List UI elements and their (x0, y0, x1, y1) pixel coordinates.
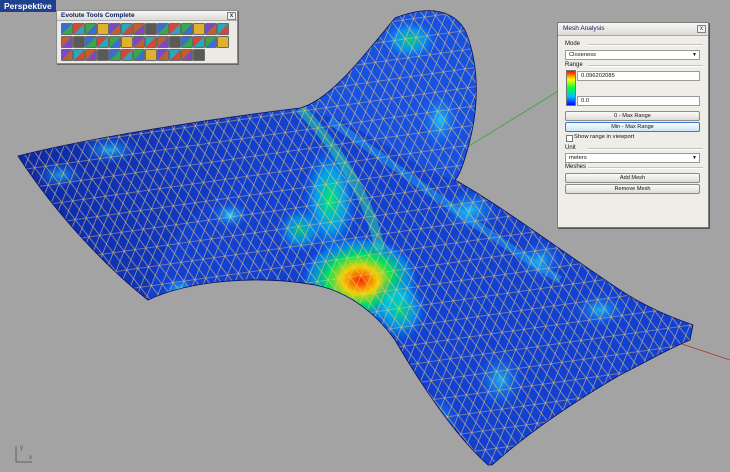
quad-mesh-icon[interactable] (109, 23, 121, 35)
color-range-bar (566, 70, 576, 106)
bucket-3-icon[interactable] (181, 49, 193, 61)
range-label: Range (565, 62, 583, 68)
grid-blue-icon[interactable] (121, 36, 133, 48)
offset-icon[interactable] (169, 23, 181, 35)
dome-icon[interactable] (157, 23, 169, 35)
hex-mesh-icon[interactable] (121, 23, 133, 35)
dual-icon[interactable] (85, 49, 97, 61)
y-axis-label: y (20, 445, 23, 451)
show-range-checkbox[interactable] (566, 135, 573, 142)
analysis-icon[interactable] (181, 36, 193, 48)
unit-value: meters (569, 155, 587, 161)
range-separator (588, 65, 703, 67)
settings-icon[interactable] (205, 23, 217, 35)
mode-select[interactable]: Closeness ▼ (565, 50, 700, 60)
quad-grid-icon[interactable] (97, 36, 109, 48)
unit-separator (588, 148, 703, 150)
delete-icon[interactable] (85, 36, 97, 48)
color-bar-icon[interactable] (205, 36, 217, 48)
add-vertex-icon[interactable] (73, 36, 85, 48)
bucket-4-icon[interactable] (193, 49, 205, 61)
planarize-icon[interactable] (133, 23, 145, 35)
axes-widget: y x (15, 445, 32, 463)
pyramid-icon[interactable] (145, 23, 157, 35)
add-mesh-button[interactable]: Add Mesh (565, 173, 700, 183)
pencil-icon[interactable] (61, 49, 73, 61)
triangle-grid-icon[interactable] (109, 36, 121, 48)
grid-red-icon[interactable] (133, 36, 145, 48)
e-logo-icon[interactable] (61, 23, 73, 35)
split-icon[interactable] (121, 49, 133, 61)
mode-label: Mode (565, 41, 581, 47)
mode-separator (588, 44, 703, 46)
layers-icon[interactable] (61, 36, 73, 48)
mesh-analysis-panel: Mesh Analysis x Mode Closeness ▼ Range 0… (557, 22, 709, 228)
mesh-relax-icon[interactable] (85, 23, 97, 35)
flag-icon[interactable] (193, 36, 205, 48)
show-range-label: Show range in viewport (574, 134, 635, 140)
bucket-2-icon[interactable] (169, 49, 181, 61)
x-axis-label: x (29, 455, 32, 461)
panel-title[interactable]: Mesh Analysis x (558, 23, 708, 36)
range-min-field[interactable]: 0.0 (577, 96, 700, 106)
grid-multi-icon[interactable] (145, 36, 157, 48)
close-tool-icon[interactable] (217, 23, 229, 35)
triangle-mesh-icon[interactable] (97, 23, 109, 35)
star-icon[interactable] (73, 49, 85, 61)
grid-colored-icon[interactable] (169, 36, 181, 48)
toolbar-title[interactable]: Evolute Tools Complete x (57, 11, 237, 21)
range-min-value: 0.0 (581, 98, 590, 104)
zero-max-range-button[interactable]: 0 - Max Range (565, 111, 700, 121)
unit-select[interactable]: meters ▼ (565, 153, 700, 163)
viewport-perspective[interactable]: Perspektive Evolute Tools Complete x Mes… (0, 0, 730, 472)
chevron-down-icon: ▼ (692, 52, 697, 58)
evolute-toolbar: Evolute Tools Complete x (56, 10, 238, 64)
chevron-down-icon: ▼ (692, 155, 697, 161)
panel-close-button[interactable]: x (697, 25, 706, 33)
panel-title-label: Mesh Analysis (563, 25, 605, 32)
tools-icon[interactable] (193, 23, 205, 35)
unit-label: Unit (565, 145, 576, 151)
panel-icon[interactable] (181, 23, 193, 35)
meshes-separator (588, 167, 703, 169)
range-max-value: 0.096202085 (581, 73, 615, 79)
bucket-icon[interactable] (157, 49, 169, 61)
toolbar-icon-grid (57, 21, 237, 63)
toolbar-title-label: Evolute Tools Complete (61, 12, 135, 19)
subdivide-icon[interactable] (73, 23, 85, 35)
pin-icon[interactable] (133, 49, 145, 61)
refine-icon[interactable] (109, 49, 121, 61)
hexagon-icon[interactable] (97, 49, 109, 61)
remove-mesh-button[interactable]: Remove Mesh (565, 184, 700, 194)
min-max-range-button[interactable]: Min - Max Range (565, 122, 700, 132)
range-max-field[interactable]: 0.096202085 (577, 71, 700, 81)
mode-value: Closeness (569, 52, 597, 58)
viewport-title[interactable]: Perspektive (0, 0, 56, 12)
toolbar-close-button[interactable]: x (227, 12, 236, 20)
mesh-small-icon[interactable] (145, 49, 157, 61)
meshes-label: Meshes (565, 164, 587, 170)
grid-dark-icon[interactable] (157, 36, 169, 48)
info-icon[interactable] (217, 36, 229, 48)
